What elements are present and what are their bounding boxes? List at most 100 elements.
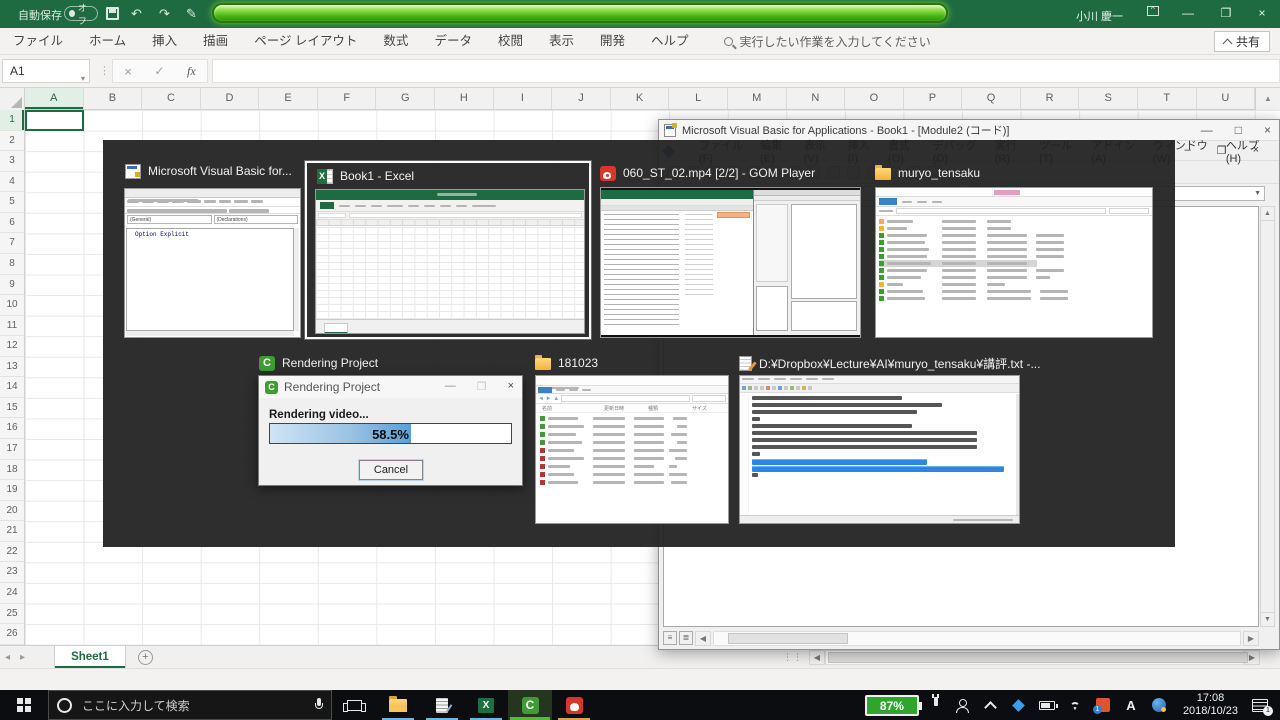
vba-vertical-scrollbar[interactable]: ▲▼ bbox=[1260, 206, 1275, 627]
scrollbar-splitter[interactable]: ⋮⋮ bbox=[783, 652, 803, 663]
column-header[interactable]: J bbox=[552, 88, 611, 109]
row-header[interactable]: 5 bbox=[0, 192, 24, 213]
cancel-button[interactable]: Cancel bbox=[359, 460, 423, 480]
people-button[interactable] bbox=[949, 699, 977, 712]
column-header[interactable]: S bbox=[1079, 88, 1138, 109]
column-header[interactable]: P bbox=[904, 88, 963, 109]
vba-close-button[interactable]: × bbox=[1264, 123, 1271, 137]
taskbar-file-explorer[interactable] bbox=[376, 690, 420, 720]
column-header[interactable]: M bbox=[728, 88, 787, 109]
account-name[interactable]: 小川 慶一 bbox=[1076, 8, 1123, 24]
ribbon-tab[interactable]: 挿入 bbox=[139, 28, 190, 54]
row-header[interactable]: 16 bbox=[0, 418, 24, 439]
dialog-close-icon[interactable]: × bbox=[508, 380, 514, 393]
row-header[interactable]: 2 bbox=[0, 131, 24, 152]
add-sheet-button[interactable]: + bbox=[138, 650, 153, 665]
scroll-left-icon[interactable]: ◀ bbox=[809, 650, 825, 665]
thumbnail-gom[interactable] bbox=[600, 187, 861, 338]
ribbon-tab[interactable]: データ bbox=[421, 28, 485, 54]
column-header[interactable]: L bbox=[669, 88, 728, 109]
tray-globe-button[interactable] bbox=[1145, 698, 1173, 712]
formula-input[interactable] bbox=[212, 59, 1280, 83]
scroll-up-button[interactable]: ▲ bbox=[1255, 88, 1280, 110]
mdi-minimize-icon[interactable]: – bbox=[1178, 144, 1198, 157]
row-header[interactable]: 12 bbox=[0, 336, 24, 357]
row-header[interactable]: 14 bbox=[0, 377, 24, 398]
vba-minimize-button[interactable]: — bbox=[1201, 123, 1213, 137]
ribbon-tab[interactable]: ヘルプ bbox=[638, 28, 702, 54]
row-header[interactable]: 4 bbox=[0, 172, 24, 193]
ribbon-tab[interactable]: 数式 bbox=[370, 28, 421, 54]
row-header[interactable]: 26 bbox=[0, 624, 24, 645]
row-header[interactable]: 7 bbox=[0, 233, 24, 254]
ribbon-tab[interactable]: 描画 bbox=[190, 28, 241, 54]
active-cell-a1[interactable] bbox=[25, 110, 84, 131]
save-icon[interactable] bbox=[106, 7, 119, 20]
taskbar-gom-player[interactable] bbox=[552, 690, 596, 720]
tell-me-search[interactable]: 実行したい作業を入力してください bbox=[724, 33, 931, 50]
row-header[interactable]: 11 bbox=[0, 316, 24, 337]
row-header[interactable]: 3 bbox=[0, 151, 24, 172]
column-header[interactable]: C bbox=[142, 88, 201, 109]
ribbon-tab[interactable]: ファイル bbox=[0, 28, 76, 54]
row-header[interactable]: 6 bbox=[0, 213, 24, 234]
share-button[interactable]: 共有 bbox=[1214, 31, 1270, 52]
row-header[interactable]: 23 bbox=[0, 562, 24, 583]
row-header[interactable]: 22 bbox=[0, 542, 24, 563]
column-header[interactable]: E bbox=[259, 88, 318, 109]
redo-icon[interactable]: ↷ bbox=[159, 6, 170, 21]
full-module-view-icon[interactable]: ≣ bbox=[679, 631, 693, 645]
ribbon-tab[interactable]: ページ レイアウト bbox=[241, 28, 370, 54]
mdi-restore-icon[interactable]: ❐ bbox=[1210, 144, 1234, 157]
column-header[interactable]: D bbox=[201, 88, 260, 109]
sheet-nav-right-icon[interactable]: ▸ bbox=[15, 652, 30, 663]
column-header[interactable]: N bbox=[787, 88, 846, 109]
column-header[interactable]: A bbox=[25, 88, 84, 109]
column-header[interactable]: T bbox=[1138, 88, 1197, 109]
mdi-close-icon[interactable]: × bbox=[1246, 144, 1266, 157]
network-button[interactable] bbox=[1061, 700, 1089, 711]
column-header[interactable]: I bbox=[494, 88, 553, 109]
row-header[interactable]: 8 bbox=[0, 254, 24, 275]
cancel-entry-icon[interactable]: × bbox=[124, 64, 132, 79]
taskbar-clock[interactable]: 17:08 2018/10/23 bbox=[1173, 692, 1248, 718]
sheet-tab[interactable]: Sheet1 bbox=[54, 646, 126, 668]
column-header[interactable]: O bbox=[845, 88, 904, 109]
row-header[interactable]: 1 bbox=[0, 110, 24, 131]
column-header[interactable]: B bbox=[84, 88, 143, 109]
thumbnail-muryo-tensaku[interactable] bbox=[875, 187, 1153, 338]
row-header[interactable]: 19 bbox=[0, 480, 24, 501]
confirm-entry-icon[interactable]: ✓ bbox=[154, 64, 164, 78]
column-header[interactable]: R bbox=[1021, 88, 1080, 109]
row-header[interactable]: 10 bbox=[0, 295, 24, 316]
excel-horizontal-scrollbar[interactable]: ⋮⋮ ◀ ▶ bbox=[783, 649, 1260, 665]
ribbon-tab[interactable]: 開発 bbox=[587, 28, 638, 54]
dialog-minimize-icon[interactable]: — bbox=[445, 380, 456, 393]
thumbnail-excel-selected[interactable]: X Book1 - Excel bbox=[305, 161, 591, 339]
minimize-button[interactable]: — bbox=[1178, 6, 1198, 20]
ime-mode-button[interactable]: A bbox=[1117, 698, 1145, 713]
thumbnail-181023[interactable]: ◄ ► ▲ 名前 更新日時 種類 サイズ bbox=[535, 375, 729, 524]
battery-percent-badge[interactable]: 87% bbox=[865, 695, 919, 716]
action-center-button[interactable]: 1 bbox=[1252, 699, 1268, 712]
thumbnail-kouhyou-txt[interactable] bbox=[739, 375, 1020, 524]
update-notify-button[interactable]: 1 bbox=[1089, 698, 1117, 712]
maximize-button[interactable]: ❐ bbox=[1216, 6, 1236, 20]
tray-app-button[interactable] bbox=[1005, 701, 1033, 710]
select-all-corner[interactable] bbox=[0, 88, 25, 110]
show-hidden-icons-button[interactable] bbox=[977, 699, 1005, 712]
scroll-up-icon[interactable]: ▲ bbox=[1261, 207, 1274, 221]
autosave-toggle[interactable]: オフ bbox=[64, 6, 98, 21]
row-header[interactable]: 21 bbox=[0, 521, 24, 542]
row-header[interactable]: 25 bbox=[0, 604, 24, 625]
name-box[interactable]: A1▾ bbox=[2, 59, 90, 83]
column-header[interactable]: U bbox=[1197, 88, 1256, 109]
column-header[interactable]: F bbox=[318, 88, 377, 109]
undo-icon[interactable]: ↶ bbox=[131, 6, 142, 21]
sheet-nav-left-icon[interactable]: ◂ bbox=[0, 652, 15, 663]
row-header[interactable]: 15 bbox=[0, 398, 24, 419]
row-header[interactable]: 24 bbox=[0, 583, 24, 604]
scrollbar-thumb[interactable] bbox=[828, 652, 1248, 663]
taskbar-excel[interactable]: X bbox=[464, 690, 508, 720]
task-view-button[interactable] bbox=[332, 690, 376, 720]
